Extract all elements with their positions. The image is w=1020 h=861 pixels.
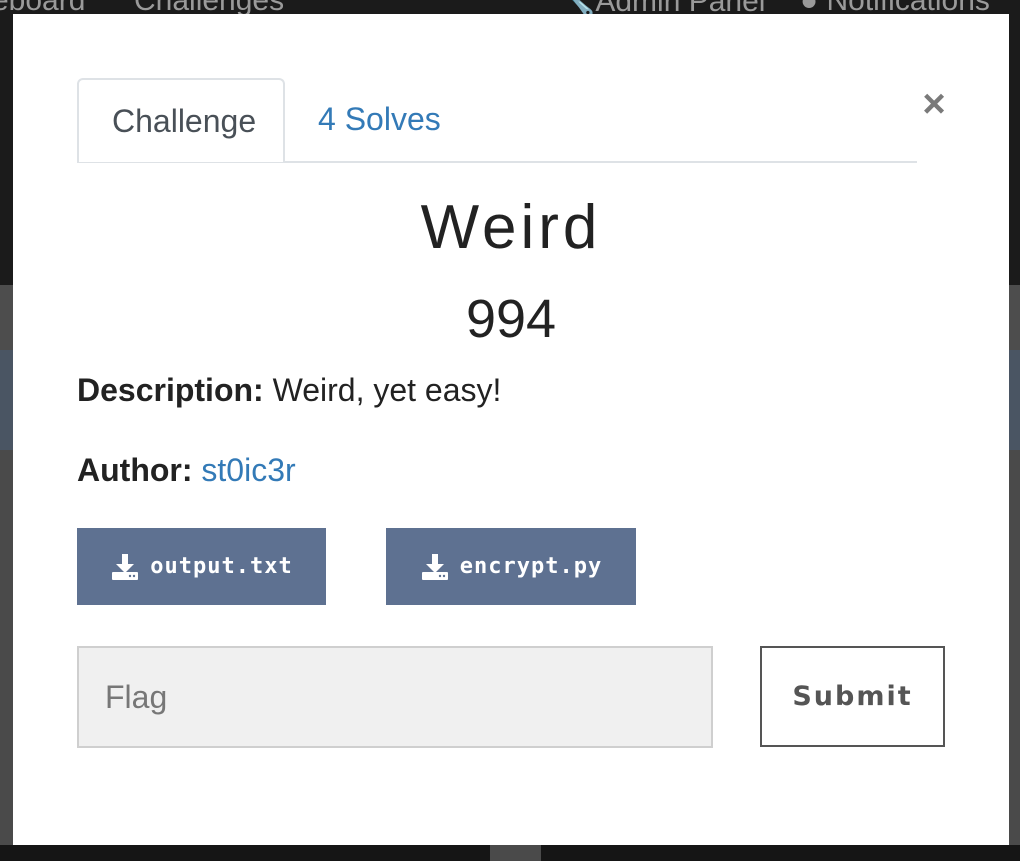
background-card <box>541 845 1020 861</box>
file-name: output.txt <box>150 554 293 579</box>
close-button[interactable]: × <box>917 84 951 124</box>
background-card <box>0 845 490 861</box>
challenge-value: 994 <box>465 289 557 349</box>
file-download-button[interactable]: output.txt <box>77 528 326 605</box>
submit-button[interactable]: Submit <box>760 646 945 747</box>
challenge-modal: × Challenge 4 Solves Weird 994 Descripti… <box>13 14 1009 845</box>
file-download-button[interactable]: encrypt.py <box>386 528 636 605</box>
description: Description: Weird, yet easy! <box>77 372 501 409</box>
challenge-name: Weird <box>420 193 602 262</box>
description-text: Weird, yet easy! <box>272 372 502 408</box>
download-icon <box>421 553 448 580</box>
flag-input[interactable] <box>77 646 713 748</box>
description-label: Description: <box>77 372 264 408</box>
tab-solves[interactable]: 4 Solves <box>285 78 474 160</box>
tab-challenge[interactable]: Challenge <box>77 78 285 162</box>
author-link[interactable]: st0ic3r <box>201 452 295 488</box>
download-icon <box>112 553 139 580</box>
author: Author: st0ic3r <box>77 452 296 489</box>
modal-tabs: Challenge 4 Solves <box>77 78 917 163</box>
file-name: encrypt.py <box>459 554 603 579</box>
author-label: Author: <box>77 452 193 488</box>
